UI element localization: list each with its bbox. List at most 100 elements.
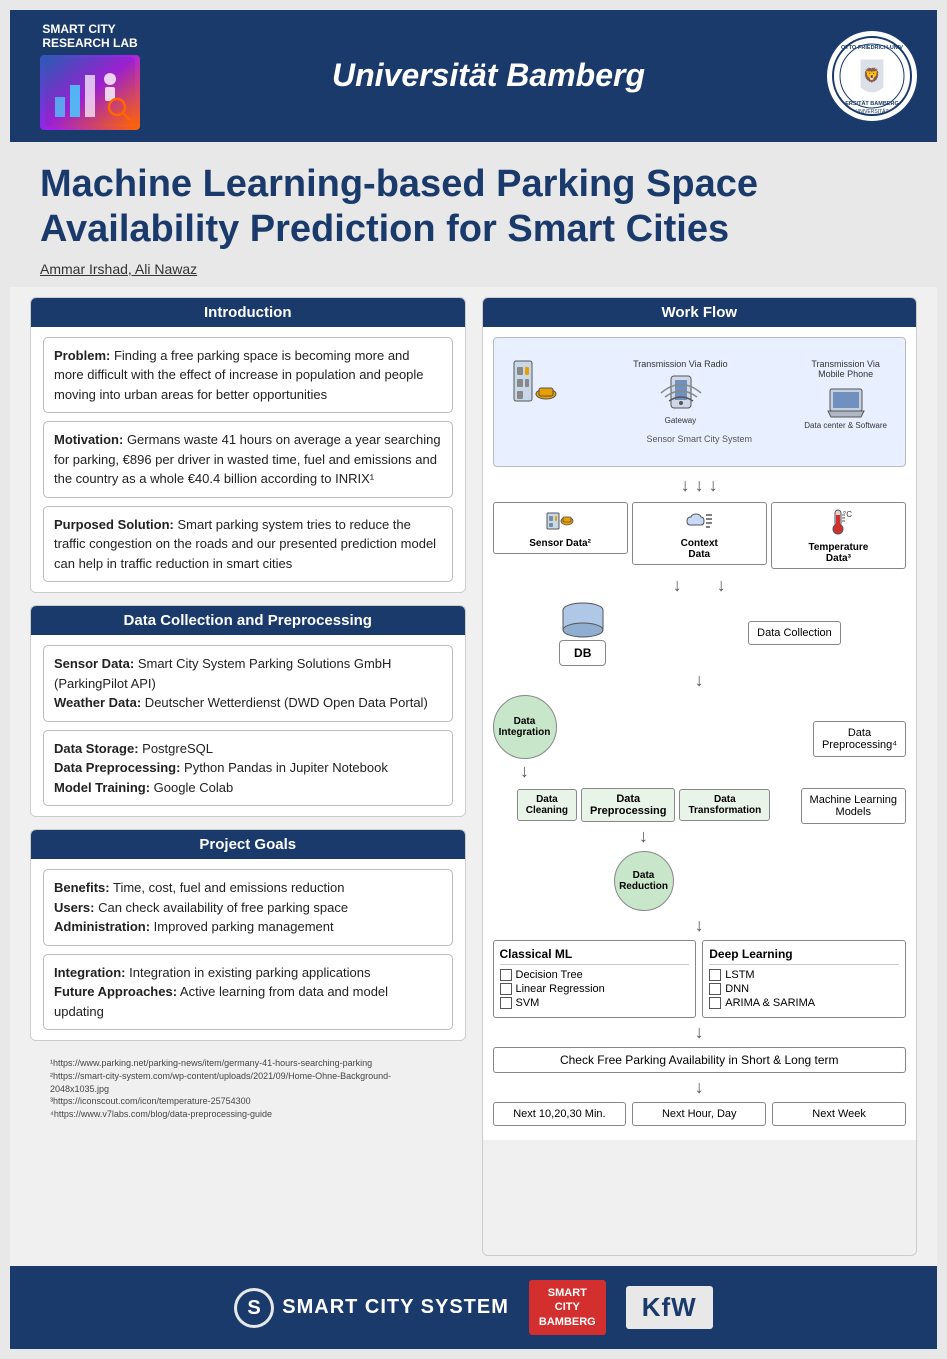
pg-block2-label2: Future Approaches:	[54, 984, 177, 999]
svg-text:UNIVERSITÄT: UNIVERSITÄT	[855, 108, 888, 115]
arrow-3: ↓	[493, 670, 907, 691]
pg-block2-label1: Integration:	[54, 965, 126, 980]
data-preprocessing4-label: Data Preprocessing⁴	[813, 721, 906, 757]
sensor-icon	[498, 507, 623, 536]
sensor-data-box: Sensor Data²	[493, 502, 628, 554]
left-column: Introduction Problem: Finding a free par…	[30, 297, 466, 1256]
footnotes: ¹https://www.parking.net/parking-news/it…	[30, 1053, 466, 1126]
data-collection-area: Data Collection	[748, 621, 841, 645]
arrow-2: ↓ ↓	[493, 575, 907, 596]
deep-learning-box: Deep Learning LSTM DNN ARI	[702, 940, 906, 1018]
fn3: ³https://iconscout.com/icon/temperature-…	[50, 1095, 446, 1108]
dt-label: Decision Tree	[516, 969, 583, 981]
classical-ml-item-3: SVM	[500, 997, 690, 1009]
intro-block2: Motivation: Germans waste 41 hours on av…	[43, 421, 453, 498]
preprocessing-flow: Data Cleaning Data Preprocessing Data Tr…	[493, 788, 907, 911]
dc-block2-label3: Model Training:	[54, 780, 150, 795]
footer-kfw-box: KfW	[626, 1286, 713, 1329]
arima-checkbox	[709, 997, 721, 1009]
result-short2: Next Hour, Day	[632, 1102, 766, 1126]
lr-label: Linear Regression	[516, 983, 605, 995]
dc-block2-text2: Python Pandas in Jupiter Notebook	[180, 760, 387, 775]
lab-graphic	[40, 55, 140, 130]
pg-block1-label3: Administration:	[54, 919, 150, 934]
deep-ml-item-1: LSTM	[709, 969, 899, 981]
dc-block2-text1: PostgreSQL	[139, 741, 213, 756]
dc-block1-text2: Deutscher Wetterdienst (DWD Open Data Po…	[141, 695, 428, 710]
mobile-device: Transmission Via Mobile Phone Data cente…	[804, 359, 887, 430]
main-title-section: Machine Learning-based Parking Space Ava…	[10, 142, 937, 287]
footer: S SMART CITY SYSTEM SMART CITY BAMBERG K…	[10, 1266, 937, 1349]
classical-ml-item-2: Linear Regression	[500, 983, 690, 995]
data-preprocessing-center: Data Preprocessing	[581, 788, 675, 822]
pg-block1-label1: Benefits:	[54, 880, 110, 895]
prediction-box: Check Free Parking Availability in Short…	[493, 1047, 907, 1073]
svg-text:ERSITÄT BAMBERG: ERSITÄT BAMBERG	[845, 100, 898, 107]
data-types-row: Sensor Data²	[493, 502, 907, 569]
sensor-data-label: Sensor Data²	[498, 538, 623, 549]
context-data-label: Context Data	[637, 538, 762, 560]
bamberg-line1: SMART	[539, 1286, 596, 1300]
arrow-4: ↓	[520, 761, 529, 782]
dt-checkbox	[500, 969, 512, 981]
introduction-header: Introduction	[31, 298, 465, 327]
ml-models-label: Machine Learning Models	[801, 788, 906, 824]
dnn-checkbox	[709, 983, 721, 995]
context-icon	[637, 507, 762, 536]
poster: SMART CITY RESEARCH LAB	[10, 10, 937, 1349]
project-goals-header: Project Goals	[31, 830, 465, 859]
temperature-icon: °C	[776, 507, 901, 540]
gateway-label: Gateway	[665, 416, 697, 425]
university-seal: OTTO-FRIEDRICH-UNIV ERSITÄT BAMBERG 🦁 UN…	[827, 31, 917, 121]
content-area: Introduction Problem: Finding a free par…	[10, 287, 937, 1266]
fn4: ⁴https://www.v7labs.com/blog/data-prepro…	[50, 1108, 446, 1121]
db-area: DB	[558, 600, 608, 666]
dnn-label: DNN	[725, 983, 749, 995]
data-collection-label: Data Collection	[748, 621, 841, 645]
dc-block2-label2: Data Preprocessing:	[54, 760, 180, 775]
header: SMART CITY RESEARCH LAB	[10, 10, 937, 142]
dc-block1-label2: Weather Data:	[54, 695, 141, 710]
dc-block2: Data Storage: PostgreSQL Data Preprocess…	[43, 730, 453, 807]
data-collection-section: Data Collection and Preprocessing Sensor…	[30, 605, 466, 817]
intro-block3: Purposed Solution: Smart parking system …	[43, 506, 453, 583]
db-icon	[558, 600, 608, 640]
footer-bamberg-box: SMART CITY BAMBERG	[529, 1280, 606, 1335]
svg-text:OTTO-FRIEDRICH-UNIV: OTTO-FRIEDRICH-UNIV	[841, 45, 903, 51]
svm-checkbox	[500, 997, 512, 1009]
dc-block2-label1: Data Storage:	[54, 741, 139, 756]
pg-block2: Integration: Integration in existing par…	[43, 954, 453, 1031]
intro-block1: Problem: Finding a free parking space is…	[43, 337, 453, 414]
context-data-box: Context Data	[632, 502, 767, 565]
iot-diagram: Transmission Via Radio	[493, 337, 907, 467]
data-transformation-box: Data Transformation	[679, 789, 770, 821]
project-goals-section: Project Goals Benefits: Time, cost, fuel…	[30, 829, 466, 1041]
bamberg-line3: BAMBERG	[539, 1315, 596, 1329]
arima-label: ARIMA & SARIMA	[725, 997, 815, 1009]
intro-block3-label: Purposed Solution:	[54, 517, 174, 532]
university-title: Universität Bamberg	[332, 57, 645, 94]
project-goals-content: Benefits: Time, cost, fuel and emissions…	[31, 859, 465, 1040]
result-short1: Next 10,20,30 Min.	[493, 1102, 627, 1126]
footer-scs: S SMART CITY SYSTEM	[234, 1288, 509, 1328]
lr-checkbox	[500, 983, 512, 995]
pred-results-row: Next 10,20,30 Min. Next Hour, Day Next W…	[493, 1102, 907, 1126]
data-reduction-circle: Data Reduction	[614, 851, 674, 911]
lstm-label: LSTM	[725, 969, 754, 981]
pg-block1: Benefits: Time, cost, fuel and emissions…	[43, 869, 453, 946]
deep-ml-item-3: ARIMA & SARIMA	[709, 997, 899, 1009]
fn1: ¹https://www.parking.net/parking-news/it…	[50, 1057, 446, 1070]
temperature-data-label: Temperature Data³	[776, 542, 901, 564]
introduction-content: Problem: Finding a free parking space is…	[31, 327, 465, 593]
data-collection-content: Sensor Data: Smart City System Parking S…	[31, 635, 465, 816]
poster-title: Machine Learning-based Parking Space Ava…	[40, 162, 907, 253]
arrow-8: ↓	[493, 1077, 907, 1098]
pg-block1-text1: Time, cost, fuel and emissions reduction	[110, 880, 345, 895]
intro-block1-label: Problem:	[54, 348, 110, 363]
university-title-area: Universität Bamberg	[170, 57, 807, 94]
scs-s-logo: S	[234, 1288, 274, 1328]
datacenter-label: Data center & Software	[804, 421, 887, 430]
pg-block1-label2: Users:	[54, 900, 94, 915]
arrow-5: ↓	[639, 826, 648, 847]
system-label: Sensor Smart City System	[646, 434, 752, 444]
